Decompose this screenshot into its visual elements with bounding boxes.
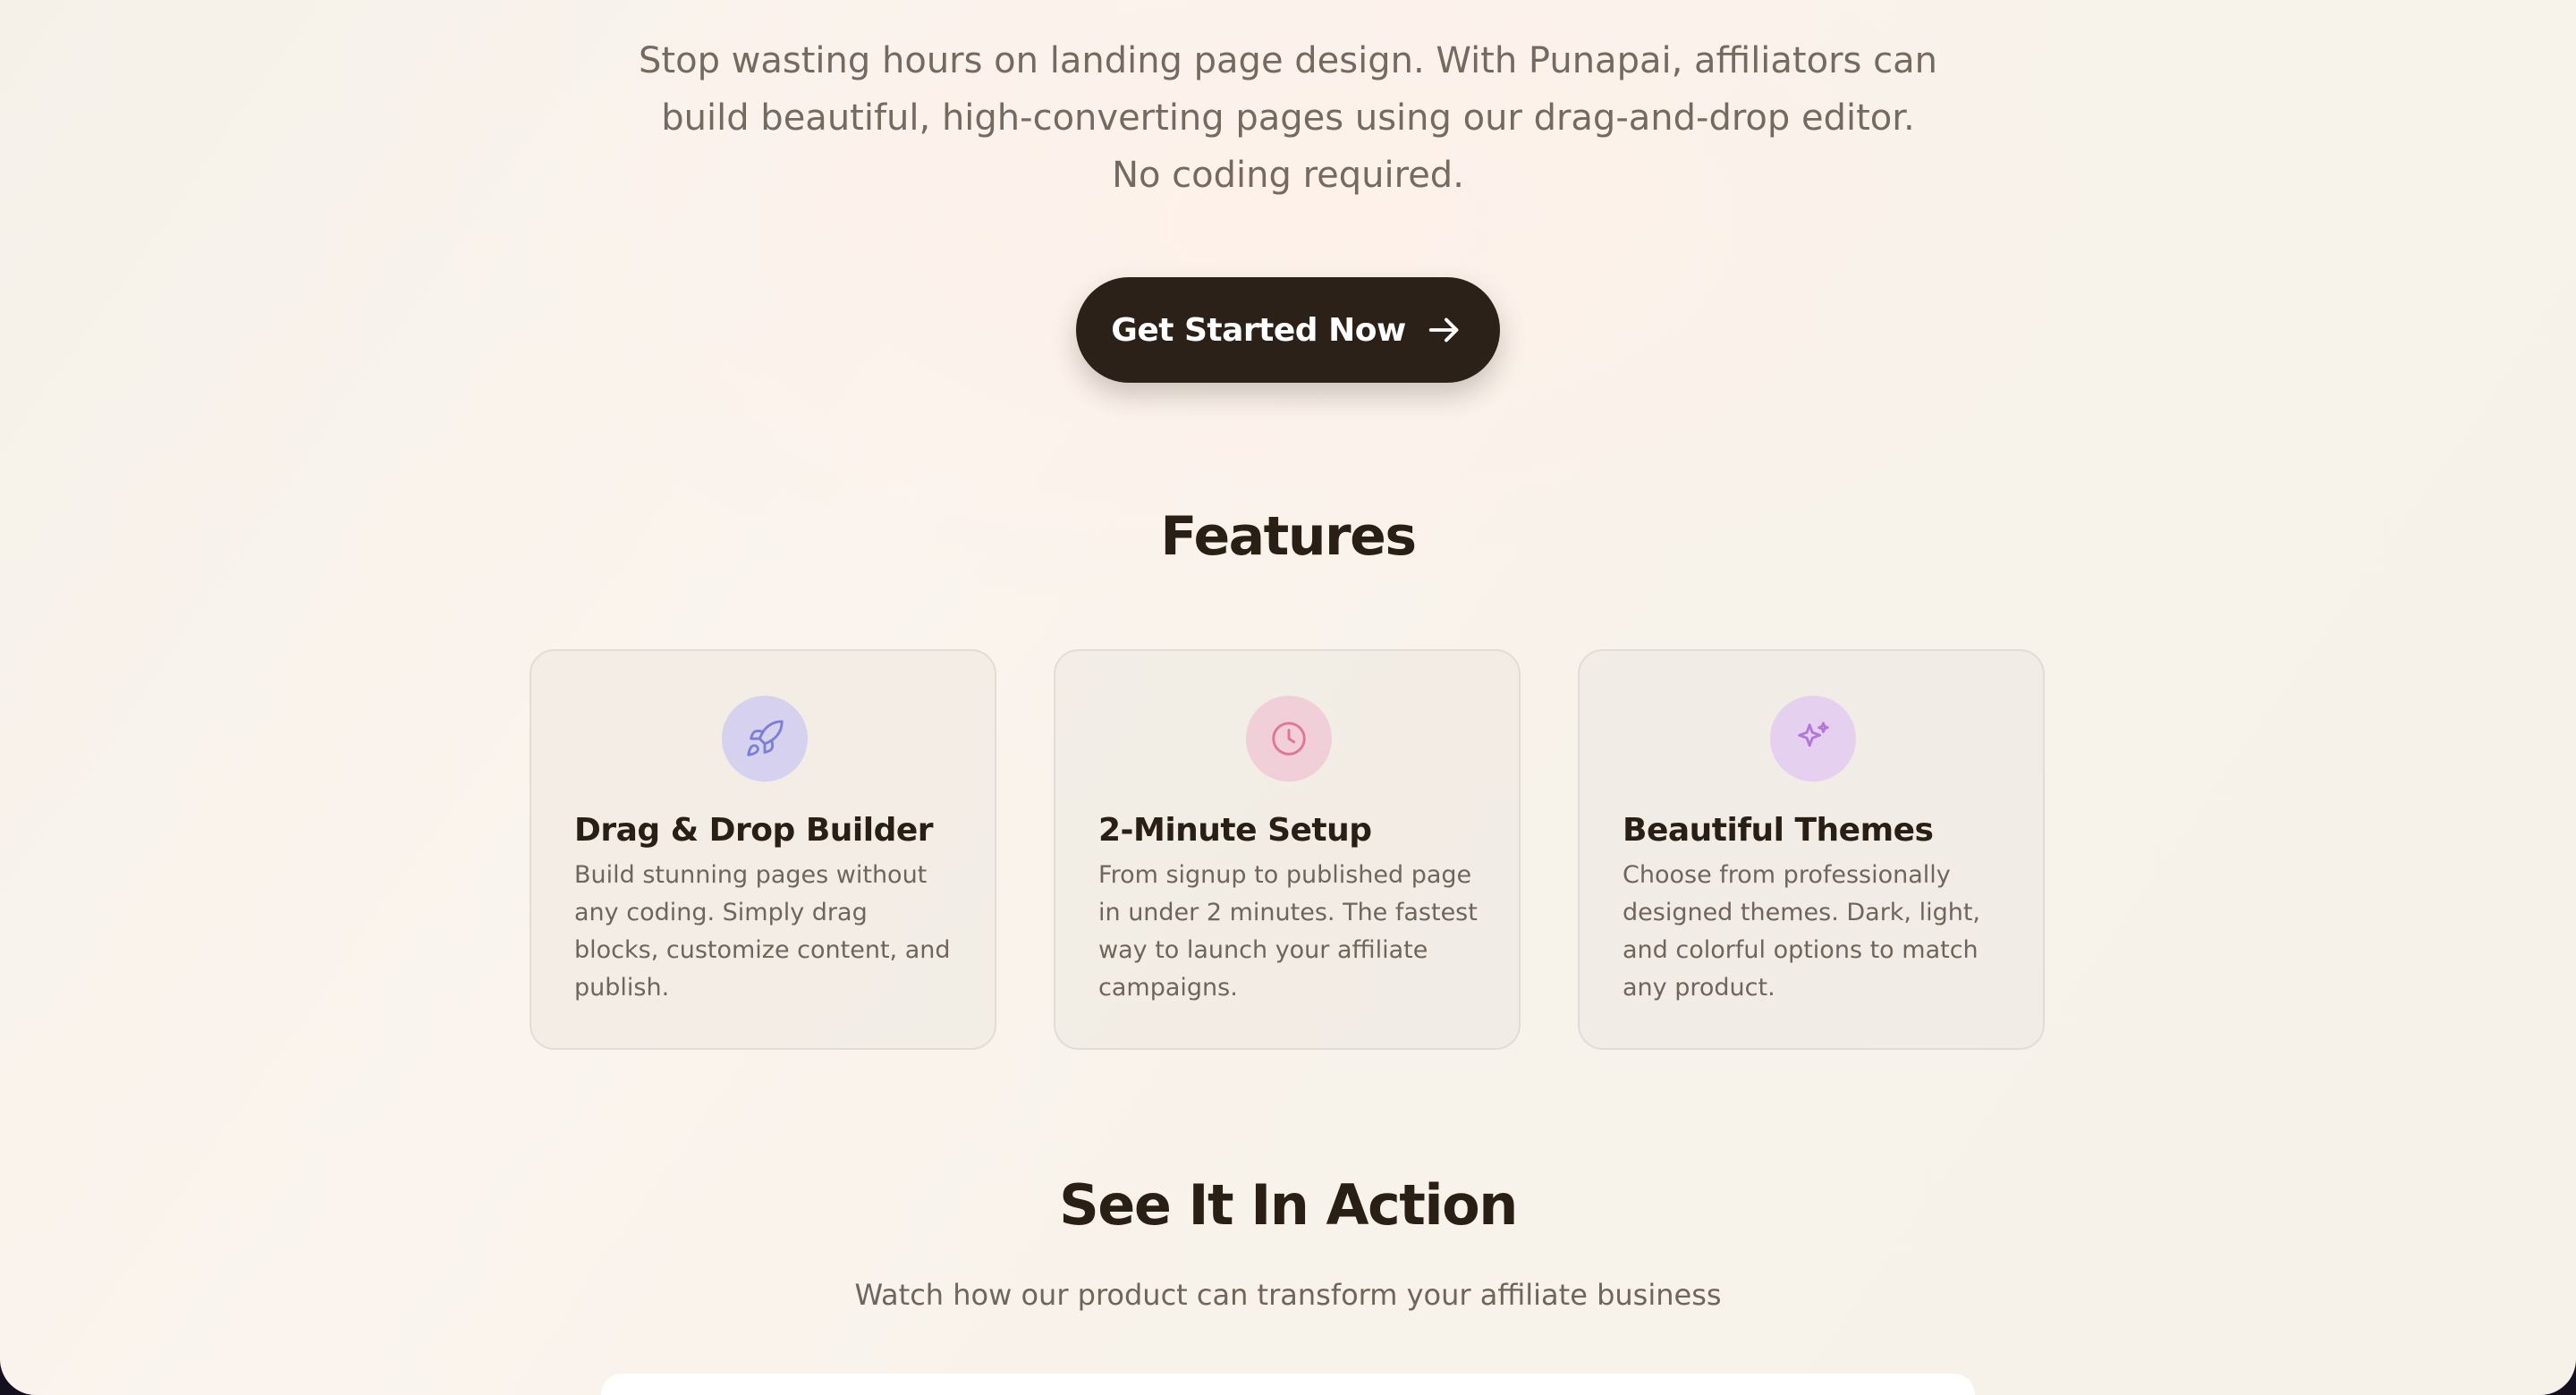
feature-icon-circle [722,696,808,782]
see-it-in-action-heading: See It In Action [1059,1172,1518,1238]
feature-title: 2-Minute Setup [1098,812,1372,849]
landing-page: Stop wasting hours on landing page desig… [0,0,2576,1395]
get-started-label: Get Started Now [1111,311,1406,349]
feature-card-setup: 2-Minute Setup From signup to published … [1054,649,1521,1050]
get-started-button[interactable]: Get Started Now [1076,277,1500,383]
feature-title: Drag & Drop Builder [574,812,934,849]
hero-description: Stop wasting hours on landing page desig… [572,32,2004,204]
feature-description: Choose from professionally designed them… [1623,861,1981,1002]
feature-card-themes: Beautiful Themes Choose from professiona… [1578,649,2045,1050]
demo-video-frame [601,1374,1975,1395]
sparkles-icon [1798,722,1829,748]
feature-card-drag-drop: Drag & Drop Builder Build stunning pages… [530,649,996,1050]
hero-description-line: No coding required. [1112,155,1464,196]
feature-title: Beautiful Themes [1623,812,1934,849]
feature-icon-circle [1246,696,1332,782]
feature-description: From signup to published page in under 2… [1098,861,1478,1002]
features-heading: Features [1160,505,1417,568]
features-grid: Drag & Drop Builder Build stunning pages… [530,649,2045,1050]
clock-icon [1272,722,1306,756]
rocket-icon [747,720,784,757]
hero-description-line: Stop wasting hours on landing page desig… [639,40,1937,81]
hero-description-line: build beautiful, high-converting pages u… [661,97,1915,139]
arrow-right-icon [1428,317,1459,342]
feature-description: Build stunning pages without any coding.… [574,861,951,1002]
feature-icon-circle [1770,696,1856,782]
see-it-in-action-subtitle: Watch how our product can transform your… [854,1278,1722,1312]
